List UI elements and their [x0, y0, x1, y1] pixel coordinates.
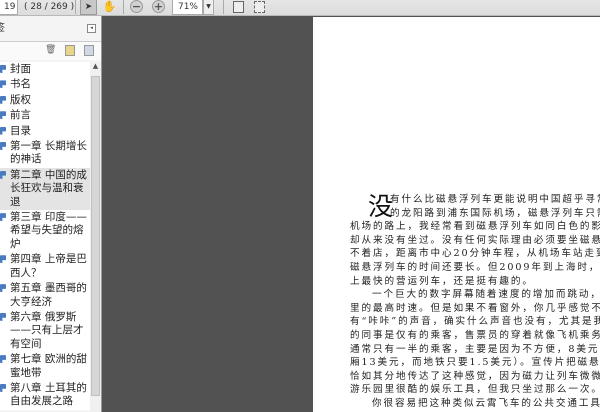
bookmark-item[interactable]: 目录 — [0, 124, 90, 139]
bookmark-label: 第一章 长期增长的神话 — [10, 140, 87, 166]
bookmark-item[interactable]: 第三章 印度——希望与失望的熔炉 — [0, 210, 90, 252]
text-line: 里的最高时速。但是如果不看窗外，你几乎感觉不到移动。车不会摇晃，没 — [350, 302, 600, 314]
bookmark-label: 第五章 墨西哥的大亨经济 — [10, 282, 87, 308]
divider — [123, 0, 124, 14]
bookmark-icon — [0, 80, 6, 89]
bookmark-icon — [0, 255, 6, 264]
scrollbar-thumb[interactable] — [91, 76, 100, 396]
bookmark-icon — [0, 111, 6, 120]
bookmark-item[interactable]: 第二章 中国的成长狂欢与温和衰退 — [0, 167, 90, 211]
bookmark-item[interactable]: 版权 — [0, 93, 90, 108]
bookmark-label: 前言 — [10, 109, 31, 122]
panel-header: 签 ◂ — [0, 16, 101, 42]
bookmark-icon — [0, 126, 6, 135]
bookmark-options-icon[interactable] — [84, 45, 94, 56]
text-line: 磁悬浮列车的时间还要长。但2009年到上海时，我还是抽空去坐了一次世界 — [350, 261, 600, 273]
text-line: 有“咔咔”的声音，确实什么声音也没有，尤其是我坐的那节车厢，我跟我 — [350, 316, 600, 328]
zoom-out-icon[interactable]: − — [130, 0, 143, 13]
bookmark-label: 第八章 土耳其的自由发展之路 — [10, 381, 87, 408]
bookmark-label: 第六章 俄罗斯——只有上层才有空间 — [10, 310, 84, 350]
bookmark-icon — [0, 355, 6, 364]
bookmark-icon — [0, 383, 6, 392]
scroll-up-icon[interactable]: ▲ — [90, 62, 101, 74]
zoom-in-icon[interactable]: + — [152, 0, 165, 13]
divider — [223, 0, 224, 14]
page-count: ( 28 / 269 ) — [24, 2, 75, 12]
bookmark-label: 版权 — [10, 93, 31, 106]
bookmark-item[interactable]: 第五章 墨西哥的大亨经济 — [0, 281, 90, 310]
bookmark-label: 封面 — [10, 63, 31, 75]
bookmark-label: 目录 — [10, 124, 31, 137]
text-line: 通常只有一半的乘客，主要是因为不方便，8美元的票价也相对较高（头等 — [350, 343, 600, 355]
scrollbar[interactable]: ▲ — [90, 62, 101, 412]
text-line: 上最快的营运列车，还是挺有趣的。 — [350, 275, 534, 287]
bookmark-icon — [0, 213, 6, 222]
trash-icon[interactable]: 🗑 — [45, 45, 56, 56]
text-line: 机场的路上，我经常看到磁悬浮列车如同白色的影子飞驰而过，我自己以前 — [350, 221, 600, 233]
bookmark-item[interactable]: 第八章 土耳其的自由发展之路 — [0, 381, 90, 410]
text-line: 的同事是仅有的乘客，售票员的穿着就像飞机乘务员。当地人说磁悬浮列车 — [350, 329, 600, 341]
divider — [75, 0, 76, 14]
document-page: 没 有什么比磁悬浮列车更能说明中国超乎寻常的长期繁荣，从上海的龙阳路到浦东国际机… — [313, 17, 600, 412]
bookmark-label: 第七章 欧洲的甜蜜地带 — [10, 353, 87, 379]
select-arrow-icon[interactable]: ➤ — [80, 0, 97, 15]
bookmarks-panel: 签 ◂ 🗑 封面书名版权前言目录第一章 长期增长的神话第二章 中国的成长狂欢与温… — [0, 16, 102, 412]
text-line: 你很容易把这种类似云霄飞车的公共交通工具嘲讽为中国式奢侈，此外 — [372, 397, 600, 409]
text-line: 恰如其分地传达了这种感觉，因为磁力让列车微微离开了地面。它就像某个 — [350, 370, 600, 382]
bookmark-item[interactable]: 第四章 上帝是巴西人？ — [0, 252, 90, 281]
bookmark-icon — [0, 284, 6, 293]
drop-cap: 没 — [368, 192, 394, 221]
bookmark-item[interactable]: 第六章 俄罗斯——只有上层才有空间 — [0, 310, 90, 352]
bookmark-item[interactable]: 第一章 长期增长的神话 — [0, 139, 90, 168]
bookmark-label: 第二章 中国的成长狂欢与温和衰退 — [10, 168, 87, 208]
text-line: 厢13美元，而地铁只要1.5美元）。宣传片把磁悬浮描述成“零高度飞行”， — [350, 357, 600, 369]
text-line: 不着店，距离市中心20分钟车程，从机场车站走到登机口所花的时间比乘坐 — [350, 248, 600, 260]
collapse-panel-button[interactable]: ◂ — [87, 24, 96, 33]
bookmark-label: 书名 — [10, 78, 31, 91]
bookmark-label: 第四章 上帝是巴西人？ — [10, 253, 87, 279]
bookmark-icon — [0, 95, 6, 104]
bookmark-icon — [0, 65, 6, 73]
bookmark-icon — [0, 312, 6, 321]
zoom-input[interactable]: 71% — [172, 0, 203, 15]
page-text: 没 有什么比磁悬浮列车更能说明中国超乎寻常的长期繁荣，从上海的龙阳路到浦东国际机… — [350, 193, 600, 411]
fit-page-icon[interactable] — [233, 1, 244, 13]
bookmark-icon — [0, 142, 6, 151]
full-screen-icon[interactable] — [254, 1, 265, 13]
bookmark-item[interactable]: 第七章 欧洲的甜蜜地带 — [0, 352, 90, 381]
hand-icon[interactable]: ✋ — [102, 0, 117, 15]
panel-title: 签 — [0, 23, 5, 34]
bookmark-label: 第三章 印度——希望与失望的熔炉 — [10, 211, 87, 250]
bookmark-item[interactable]: 书名 — [0, 77, 90, 92]
chevron-down-icon[interactable]: ▼ — [203, 0, 214, 15]
toolbar: 19 ( 28 / 269 ) ➤ ✋ − + 71% ▼ — [0, 0, 600, 16]
text-line: 一个巨大的数字屏幕随着速度的增加而跳动，直至攀升至每小时270公 — [372, 289, 600, 301]
text-line: 却从来没有坐过。没有任何实际理由必须要坐磁悬浮——龙阳路前不着村后 — [350, 234, 600, 246]
bookmark-item[interactable]: 封面 — [0, 62, 90, 77]
bookmark-toolbar: 🗑 — [0, 42, 101, 60]
new-bookmark-icon[interactable] — [65, 45, 75, 56]
text-line: 游乐园里很酷的娱乐工具，但我只坐过那么一次。 — [350, 384, 600, 396]
bookmark-list: 封面书名版权前言目录第一章 长期增长的神话 第二章 中国的成长狂欢与温和衰退 第三章… — [0, 62, 90, 410]
bookmark-item[interactable]: 前言 — [0, 108, 90, 123]
page-number-input[interactable]: 19 — [0, 0, 18, 15]
bookmark-icon — [0, 170, 6, 179]
